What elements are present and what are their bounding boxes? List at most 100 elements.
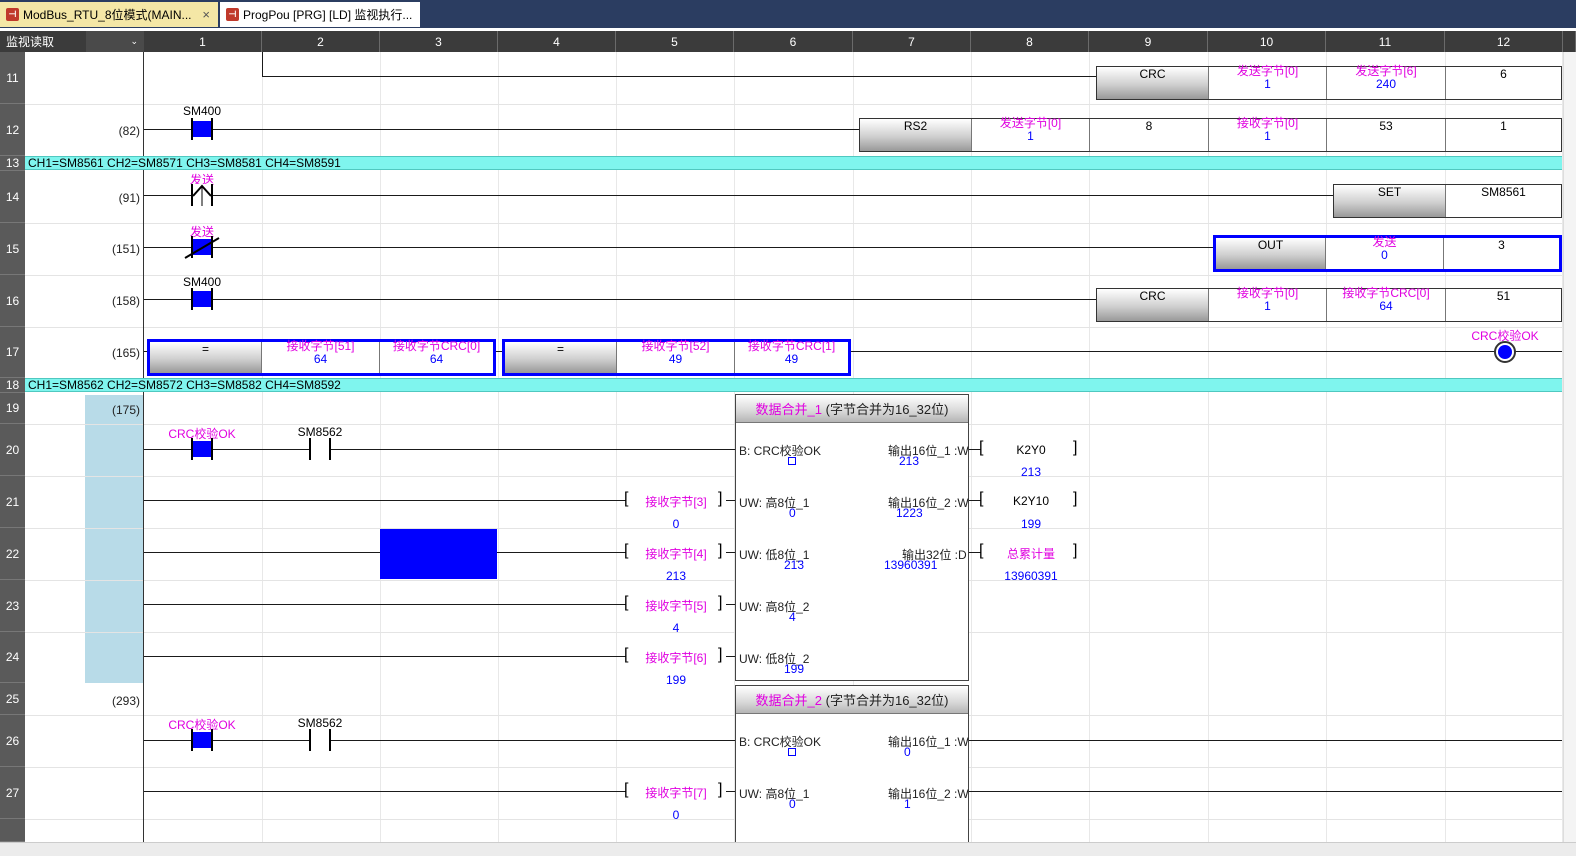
row-number[interactable]: 21 [0,476,25,528]
grid-line [1089,52,1090,842]
op-label: = [201,342,209,356]
row-number[interactable]: 17 [0,327,25,378]
row-number[interactable]: 25 [0,683,25,715]
column-header: 3 [380,31,498,52]
operand: 接收字节[52] 49 [617,340,735,373]
instruction-op: CRC [1097,289,1209,321]
contact-sm8562[interactable] [309,438,331,460]
grid-line [498,52,499,842]
compare-block-2[interactable]: = 接收字节[52] 49 接收字节CRC[1] 49 [502,339,851,376]
pin-value: 13960391 [884,558,938,572]
operand-value: 240 [1375,77,1397,91]
fb-output-value: 1223 [896,506,923,520]
tab-main[interactable]: ⊣ ModBus_RTU_8位模式(MAIN... × [0,2,218,27]
step-number: (158) [111,294,140,308]
falling-edge-contact[interactable] [184,236,220,259]
output-operand[interactable]: K2Y0 [981,443,1081,457]
row-number[interactable]: 26 [0,715,25,767]
column-header: 7 [853,31,971,52]
pin-value: 1 [904,797,911,811]
contact-sm400[interactable] [191,118,213,140]
operand: 接收字节CRC[0] 64 [380,340,493,373]
operand-device: SM8561 [1481,185,1526,199]
operand: 51 [1446,289,1561,321]
input-operand[interactable]: 接收字节[3] [626,493,726,510]
row-number[interactable]: 20 [0,424,25,476]
input-operand[interactable]: 接收字节[5] [626,597,726,614]
instruction-out[interactable]: OUT 发送 0 3 [1213,235,1562,272]
row-number[interactable]: 14 [0,171,25,223]
column-header: 1 [144,31,262,52]
fb-title: 数据合并_1 (字节合并为16_32位) [736,395,968,423]
contact-sm8562[interactable] [309,729,331,751]
column-header: 6 [734,31,853,52]
contact-crc-ok[interactable] [191,729,213,751]
function-block-merge-2[interactable]: 数据合并_2 (字节合并为16_32位) B: CRC校验OK UW: 高8位_… [735,685,969,845]
grid-line [616,52,617,842]
function-block-merge-1[interactable]: 数据合并_1 (字节合并为16_32位) B: CRC校验OK UW: 高8位_… [735,394,969,681]
input-operand[interactable]: 接收字节[6] [626,649,726,666]
row-number[interactable]: 18 [0,378,25,393]
fb-input-value: 213 [784,558,804,572]
input-operand[interactable]: 接收字节[4] [626,545,726,562]
output-operand[interactable]: K2Y10 [981,494,1081,508]
instruction-op: = [150,342,262,373]
wire [726,552,735,553]
operand: 发送字节[6] 240 [1327,65,1446,99]
vertical-scrollbar[interactable] [1563,52,1576,842]
instruction-crc[interactable]: CRC 接收字节[0] 1 接收字节CRC[0] 64 51 [1096,287,1562,322]
operand: 接收字节[0] 1 [1209,117,1327,151]
contact-crc-ok[interactable] [191,438,213,460]
tab-progpou[interactable]: ⊣ ProgPou [PRG] [LD] 监视执行... [220,2,420,27]
operand: SM8561 [1446,185,1561,217]
contact-label: SM400 [182,104,222,118]
bracket-right: ] [718,490,723,507]
output-operand[interactable]: 总累计量 [981,545,1081,562]
row-number[interactable] [0,819,25,842]
row-number[interactable]: 11 [0,52,25,104]
coil-crc-ok[interactable] [1494,341,1516,363]
output-value: 213 [1020,465,1042,479]
instruction-set[interactable]: SET SM8561 [1333,184,1562,218]
instruction-rs2[interactable]: RS2 发送字节[0] 1 8 接收字节[0] 1 53 1 [859,117,1562,152]
row-number[interactable]: 13 [0,156,25,171]
instruction-op: CRC [1097,67,1209,99]
row-number[interactable]: 23 [0,580,25,632]
wire [726,500,735,501]
operand-value: 49 [784,352,799,366]
instruction-crc[interactable]: CRC 发送字节[0] 1 发送字节[6] 240 6 [1096,65,1562,100]
operand-value: 64 [1379,299,1393,313]
selection-cursor[interactable] [380,529,497,579]
row-number[interactable]: 22 [0,528,25,580]
row-number[interactable]: 19 [0,393,25,424]
input-value: 0 [672,808,680,822]
row-number[interactable]: 15 [0,223,25,275]
row-number[interactable]: 27 [0,767,25,819]
fb-title: 数据合并_2 (字节合并为16_32位) [736,686,968,714]
step-number: (151) [111,242,140,256]
monitor-mode-select[interactable]: 监视读取 ⌄ [0,31,144,52]
op-label: = [556,342,564,356]
operand-value: 1 [1264,129,1271,143]
rising-edge-contact[interactable] [191,184,213,206]
fb-input-value: 199 [784,662,804,676]
horizontal-scrollbar[interactable] [0,842,1576,856]
close-icon[interactable]: × [200,7,212,22]
operand: 1 [1446,119,1561,151]
operand-constant: 6 [1500,67,1507,81]
step-number: (165) [111,346,140,360]
row-number[interactable]: 16 [0,275,25,327]
row-number[interactable]: 12 [0,104,25,156]
grid-line [1208,52,1209,842]
operand: 6 [1446,67,1561,99]
row-divider [25,223,1562,224]
comment-row[interactable]: CH1=SM8562 CH2=SM8572 CH3=SM8582 CH4=SM8… [25,378,1562,392]
input-operand[interactable]: 接收字节[7] [626,784,726,801]
compare-block-1[interactable]: = 接收字节[51] 64 接收字节CRC[0] 64 [147,339,496,376]
chevron-down-icon[interactable]: ⌄ [86,31,144,52]
contact-sm400[interactable] [191,288,213,310]
comment-row[interactable]: CH1=SM8561 CH2=SM8571 CH3=SM8581 CH4=SM8… [25,156,1562,170]
grid-line [1326,52,1327,842]
fb-input-value: 0 [789,797,796,811]
row-number[interactable]: 24 [0,632,25,683]
